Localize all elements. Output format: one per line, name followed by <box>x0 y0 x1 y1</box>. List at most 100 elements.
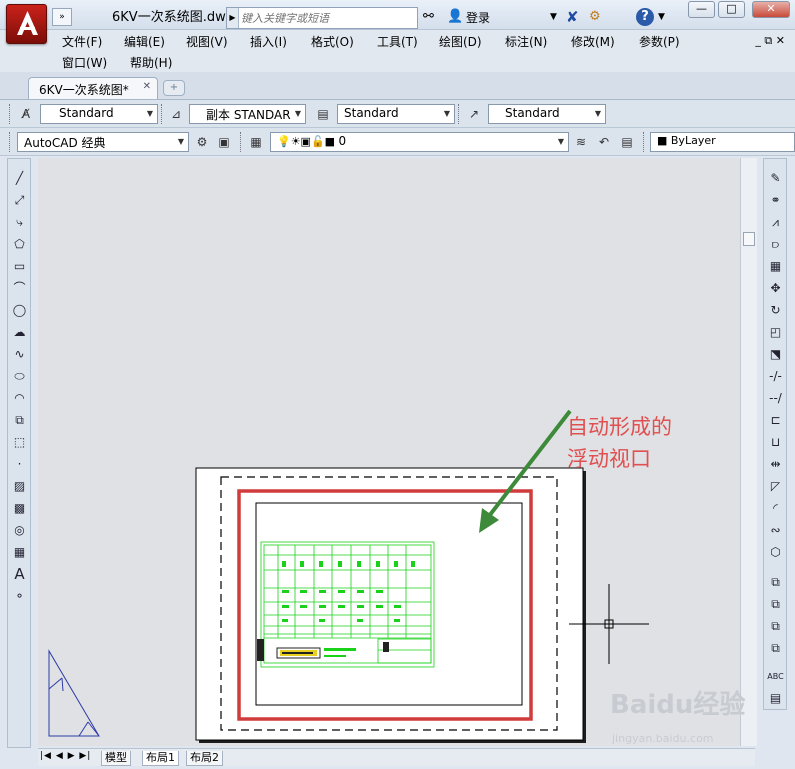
login-link[interactable]: 登录 <box>466 9 490 26</box>
arc-icon[interactable]: ⌒ <box>10 279 29 298</box>
dim-style-select[interactable]: 副本 STANDAR ▼ <box>189 104 306 124</box>
document-window-controls[interactable]: _ ⧉ ✕ <box>755 34 785 48</box>
move-icon[interactable]: ✥ <box>766 279 785 298</box>
make-current-layer-icon[interactable]: ≋ <box>572 133 590 151</box>
tab-close-icon[interactable]: ✕ <box>143 81 151 92</box>
region-icon[interactable]: ◎ <box>10 521 29 540</box>
menu-window[interactable]: 窗口(W) <box>62 54 107 71</box>
layer-previous-icon[interactable]: ↶ <box>595 133 613 151</box>
menu-edit[interactable]: 编辑(E) <box>124 33 165 50</box>
help-icon[interactable]: ? <box>636 8 654 26</box>
workspace-select[interactable]: AutoCAD 经典 ▼ <box>17 132 189 152</box>
polyline-icon[interactable]: ⤷ <box>10 213 29 232</box>
chevron-down-icon[interactable]: ▼ <box>550 8 557 26</box>
menu-help[interactable]: 帮助(H) <box>130 54 172 71</box>
menu-insert[interactable]: 插入(I) <box>250 33 287 50</box>
offset-icon[interactable]: ⫐ <box>766 235 785 254</box>
menu-tools[interactable]: 工具(T) <box>377 33 418 50</box>
maximize-button[interactable]: □ <box>718 1 745 18</box>
rotate-icon[interactable]: ↻ <box>766 301 785 320</box>
user-icon[interactable]: 👤 <box>447 8 463 26</box>
scale-icon[interactable]: ◰ <box>766 323 785 342</box>
blend-icon[interactable]: ∾ <box>766 521 785 540</box>
help-dropdown-icon[interactable]: ▼ <box>658 8 665 26</box>
tab-layout1[interactable]: 布局1 <box>142 751 179 766</box>
layer-manager-icon[interactable]: ▦ <box>247 133 265 151</box>
revision-cloud-icon[interactable]: ☁ <box>10 323 29 342</box>
stretch-icon[interactable]: ⬔ <box>766 345 785 364</box>
fillet-icon[interactable]: ◜ <box>766 499 785 518</box>
table-style-select[interactable]: Standard ▼ <box>337 104 455 124</box>
insert-block-icon[interactable]: ⧉ <box>10 411 29 430</box>
chamfer-icon[interactable]: ◸ <box>766 477 785 496</box>
break-at-point-icon[interactable]: ⊏ <box>766 411 785 430</box>
hatch-icon[interactable]: ▨ <box>10 477 29 496</box>
text-front-icon[interactable]: ABC <box>766 667 785 686</box>
color-select[interactable]: ■ ByLayer <box>650 132 795 152</box>
quick-access-expand-button[interactable]: » <box>52 8 72 26</box>
table-style-icon[interactable]: ▤ <box>314 105 332 123</box>
array-icon[interactable]: ▦ <box>766 257 785 276</box>
add-selected-icon[interactable]: ⚬ <box>10 587 29 606</box>
menu-modify[interactable]: 修改(M) <box>571 33 615 50</box>
search-input[interactable] <box>241 10 415 26</box>
explode-icon[interactable]: ⬡ <box>766 543 785 562</box>
tab-document[interactable]: 6KV一次系统图* ✕ <box>28 77 158 99</box>
table-icon[interactable]: ▦ <box>10 543 29 562</box>
text-style-icon[interactable]: A̸ <box>17 105 35 123</box>
mirror-icon[interactable]: ⩘ <box>766 213 785 232</box>
menu-format[interactable]: 格式(O) <box>311 33 354 50</box>
gradient-icon[interactable]: ▩ <box>10 499 29 518</box>
join-icon[interactable]: ⇹ <box>766 455 785 474</box>
binoculars-icon[interactable]: ⚯ <box>423 8 434 26</box>
polygon-icon[interactable]: ⬠ <box>10 235 29 254</box>
search-expand-icon[interactable]: ▶ <box>227 8 239 28</box>
erase-icon[interactable]: ✎ <box>766 169 785 188</box>
mleader-style-select[interactable]: Standard ▼ <box>488 104 606 124</box>
send-under-icon[interactable]: ⧉ <box>766 639 785 658</box>
floating-viewport[interactable] <box>255 502 523 706</box>
extend-icon[interactable]: --/ <box>766 389 785 408</box>
point-icon[interactable]: · <box>10 455 29 474</box>
tab-navigation-icons[interactable]: |◀ ◀ ▶ ▶| <box>40 751 91 761</box>
line-icon[interactable]: ╱ <box>10 169 29 188</box>
exchange-x-icon[interactable]: ✘ <box>566 8 579 26</box>
search-box[interactable]: ▶ <box>226 7 418 29</box>
mleader-style-icon[interactable]: ↗ <box>465 105 483 123</box>
vertical-scrollbar[interactable] <box>740 158 757 746</box>
layer-select[interactable]: 💡☀▣🔓■ 0 ▼ <box>270 132 569 152</box>
copy-icon[interactable]: ⚭ <box>766 191 785 210</box>
tab-model[interactable]: 模型 <box>101 751 131 766</box>
menu-file[interactable]: 文件(F) <box>62 33 102 50</box>
text-style-select[interactable]: Standard ▼ <box>40 104 158 124</box>
menu-dimension[interactable]: 标注(N) <box>505 33 547 50</box>
break-icon[interactable]: ⊔ <box>766 433 785 452</box>
send-back-icon[interactable]: ⧉ <box>766 595 785 614</box>
bring-front-icon[interactable]: ⧉ <box>766 573 785 592</box>
construction-line-icon[interactable]: ⤢ <box>10 191 29 210</box>
circle-icon[interactable]: ◯ <box>10 301 29 320</box>
new-tab-button[interactable]: + <box>163 80 185 96</box>
customize-icon[interactable]: ▣ <box>215 133 233 151</box>
menu-draw[interactable]: 绘图(D) <box>439 33 482 50</box>
trim-icon[interactable]: -/- <box>766 367 785 386</box>
ellipse-arc-icon[interactable]: ◠ <box>10 389 29 408</box>
dim-style-icon[interactable]: ⊿ <box>167 105 185 123</box>
scrollbar-thumb[interactable] <box>743 232 755 246</box>
workspace-settings-icon[interactable]: ⚙ <box>193 133 211 151</box>
rectangle-icon[interactable]: ▭ <box>10 257 29 276</box>
layer-states-icon[interactable]: ▤ <box>618 133 636 151</box>
bring-above-icon[interactable]: ⧉ <box>766 617 785 636</box>
menu-parametric[interactable]: 参数(P) <box>639 33 680 50</box>
close-button[interactable]: ✕ <box>752 1 790 18</box>
ellipse-icon[interactable]: ⬭ <box>10 367 29 386</box>
subscription-icon[interactable]: ⚙ <box>589 8 601 26</box>
minimize-button[interactable]: — <box>688 1 715 18</box>
menu-view[interactable]: 视图(V) <box>186 33 228 50</box>
annotation-front-icon[interactable]: ▤ <box>766 689 785 708</box>
make-block-icon[interactable]: ⬚ <box>10 433 29 452</box>
spline-icon[interactable]: ∿ <box>10 345 29 364</box>
text-icon[interactable]: A <box>10 565 29 584</box>
autocad-logo-icon[interactable] <box>6 4 47 44</box>
tab-layout2[interactable]: 布局2 <box>186 751 223 766</box>
